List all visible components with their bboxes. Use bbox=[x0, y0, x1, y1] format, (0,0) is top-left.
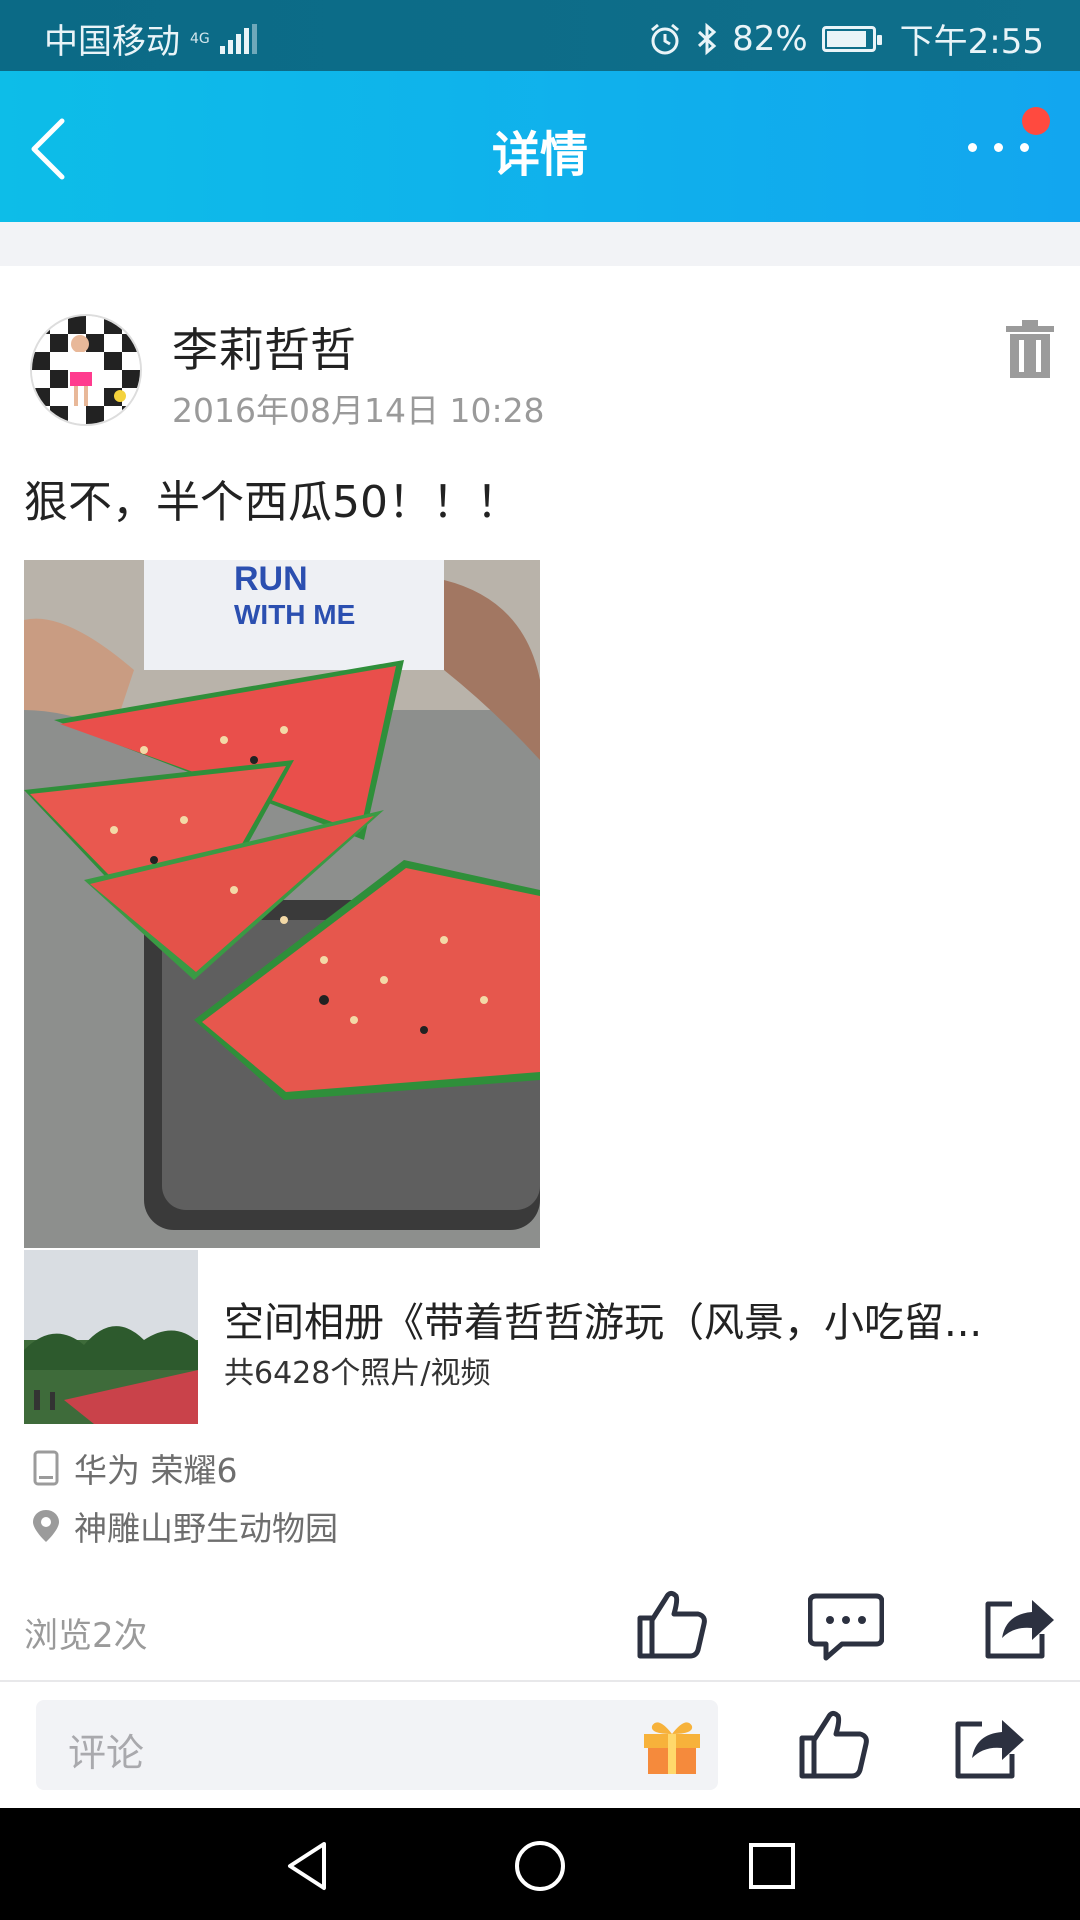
status-left: 中国移动 4G bbox=[44, 14, 257, 63]
page-title: 详情 bbox=[491, 127, 588, 183]
like-button[interactable] bbox=[636, 1588, 708, 1660]
album-link[interactable]: 空间相册《带着哲哲游玩（风景，小吃留... 共6428个照片/视频 bbox=[24, 1250, 1056, 1424]
bottom-share-button[interactable] bbox=[952, 1710, 1028, 1782]
share-icon bbox=[955, 1720, 1024, 1779]
avatar[interactable] bbox=[30, 314, 142, 426]
home-circle-icon bbox=[515, 1841, 565, 1891]
comment-bubble-icon bbox=[807, 1593, 885, 1661]
bluetooth-icon bbox=[698, 22, 717, 55]
nav-home-button[interactable] bbox=[512, 1838, 568, 1894]
divider bbox=[0, 1680, 1080, 1682]
nav-recents-button[interactable] bbox=[744, 1838, 800, 1894]
battery-icon bbox=[821, 25, 882, 52]
album-title: 空间相册《带着哲哲游玩（风景，小吃留... bbox=[224, 1300, 983, 1346]
device-label: 华为 荣耀6 bbox=[74, 1451, 238, 1490]
notification-dot bbox=[1022, 107, 1050, 135]
phone-icon bbox=[33, 1450, 59, 1486]
network-type-label: 4G bbox=[190, 30, 210, 47]
share-button[interactable] bbox=[982, 1590, 1058, 1662]
app-header: 详情 bbox=[0, 71, 1080, 222]
share-icon bbox=[985, 1600, 1054, 1659]
battery-percent: 82% bbox=[732, 18, 808, 59]
status-right: 82% 下午2:55 bbox=[648, 14, 1044, 63]
clock: 下午2:55 bbox=[899, 22, 1044, 62]
location-label: 神雕山野生动物园 bbox=[74, 1509, 338, 1548]
album-thumbnail bbox=[24, 1250, 198, 1424]
gift-button[interactable] bbox=[640, 1712, 704, 1776]
alarm-icon bbox=[651, 23, 680, 54]
thumbs-up-icon bbox=[799, 1710, 869, 1779]
more-button[interactable] bbox=[960, 107, 1050, 187]
trash-icon bbox=[1006, 320, 1054, 378]
svg-text:RUN: RUN bbox=[234, 560, 308, 598]
post-timestamp: 2016年08月14日 10:28 bbox=[172, 391, 545, 430]
device-row: 华为 荣耀6 bbox=[30, 1444, 238, 1492]
username[interactable]: 李莉哲哲 bbox=[172, 314, 356, 380]
thumbs-up-icon bbox=[637, 1590, 707, 1659]
svg-text:WITH ME: WITH ME bbox=[234, 599, 355, 630]
comment-button[interactable] bbox=[807, 1592, 885, 1664]
comment-placeholder: 评论 bbox=[68, 1731, 145, 1775]
album-count: 共6428个照片/视频 bbox=[224, 1356, 491, 1391]
battery-fill bbox=[826, 30, 866, 47]
gift-icon bbox=[644, 1722, 700, 1774]
watermelon-photo: RUN WITH ME bbox=[24, 560, 540, 1248]
recents-square-icon bbox=[749, 1843, 795, 1889]
nav-back-button[interactable] bbox=[280, 1838, 336, 1894]
post-text: 狠不，半个西瓜50！！！ bbox=[24, 477, 520, 528]
location-row[interactable]: 神雕山野生动物园 bbox=[30, 1502, 338, 1550]
bottom-like-button[interactable] bbox=[798, 1708, 870, 1780]
view-count: 浏览2次 bbox=[24, 1616, 148, 1656]
section-gap bbox=[0, 222, 1080, 266]
delete-button[interactable] bbox=[1006, 320, 1054, 378]
status-bar: 中国移动 4G 82% 下午2:55 bbox=[0, 0, 1080, 71]
back-triangle-icon bbox=[288, 1842, 326, 1890]
screen: 中国移动 4G 82% 下午2:55 详情 李莉哲哲 2016年08月14日 1… bbox=[0, 0, 1080, 1920]
carrier-label: 中国移动 bbox=[44, 22, 180, 62]
system-nav-bar bbox=[0, 1808, 1080, 1920]
comment-input[interactable]: 评论 bbox=[36, 1700, 718, 1790]
post-photo[interactable]: RUN WITH ME bbox=[24, 560, 540, 1248]
location-pin-icon bbox=[33, 1510, 59, 1542]
signal-icon bbox=[220, 23, 257, 54]
